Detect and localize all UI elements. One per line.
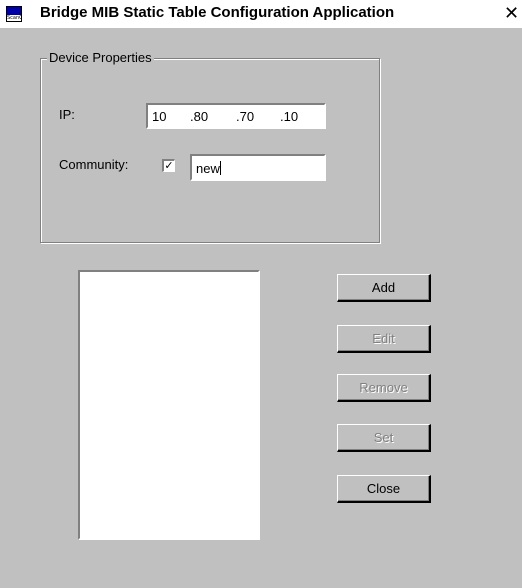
- community-input[interactable]: new: [190, 154, 326, 181]
- edit-button[interactable]: Edit: [337, 325, 431, 353]
- app-window: ScanC Bridge MIB Static Table Configurat…: [0, 0, 522, 588]
- community-input-value-wrap: new: [196, 161, 221, 176]
- ip-octet-4[interactable]: .10: [280, 109, 298, 124]
- community-checkbox[interactable]: ✓: [162, 159, 175, 172]
- device-properties-legend: Device Properties: [47, 50, 154, 65]
- close-icon[interactable]: ✕: [504, 5, 522, 23]
- set-button[interactable]: Set: [337, 424, 431, 452]
- app-icon[interactable]: ScanC: [6, 6, 22, 22]
- ip-octet-1[interactable]: 10: [152, 109, 166, 124]
- ip-address-field[interactable]: 10 .80 .70 .10: [146, 103, 326, 129]
- close-button[interactable]: Close: [337, 475, 431, 503]
- ip-octet-3[interactable]: .70: [236, 109, 254, 124]
- checkmark-icon: ✓: [164, 159, 174, 172]
- client-area: Device Properties IP: 10 .80 .70 .10 Com…: [0, 28, 522, 588]
- community-label: Community:: [59, 157, 129, 172]
- device-properties-group: Device Properties IP: 10 .80 .70 .10 Com…: [40, 50, 380, 243]
- window-title: Bridge MIB Static Table Configuration Ap…: [40, 4, 395, 21]
- title-bar[interactable]: ScanC Bridge MIB Static Table Configurat…: [0, 0, 522, 28]
- text-caret: [219, 161, 221, 175]
- community-input-value: new: [196, 161, 220, 176]
- add-button[interactable]: Add: [337, 274, 431, 302]
- ip-octet-2[interactable]: .80: [190, 109, 208, 124]
- remove-button[interactable]: Remove: [337, 374, 431, 402]
- ip-label: IP:: [59, 107, 75, 122]
- static-table-listbox[interactable]: [78, 270, 260, 540]
- app-icon-label: ScanC: [7, 15, 21, 21]
